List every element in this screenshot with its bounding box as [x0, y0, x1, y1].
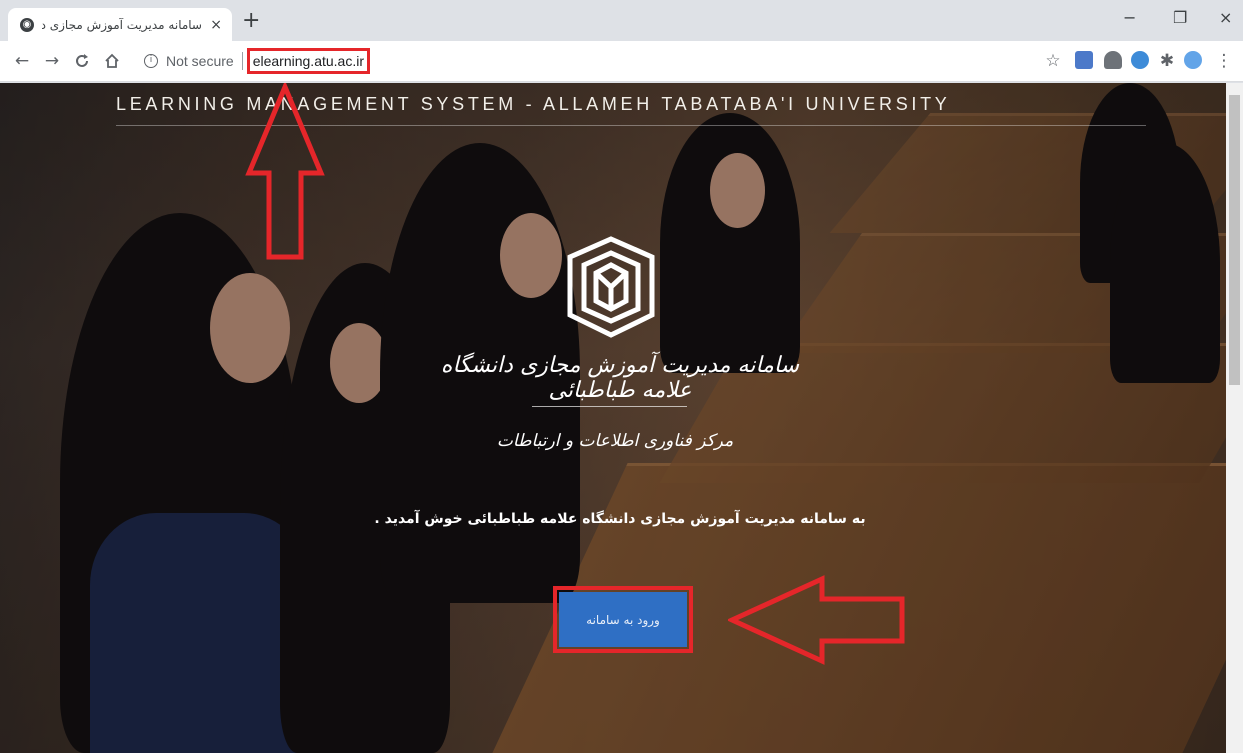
url-text[interactable]: elearning.atu.ac.ir	[246, 48, 370, 74]
logo-subtitle: مرکز فناوری اطلاعات و ارتباطات	[496, 431, 734, 451]
login-button[interactable]: ورود به سامانه	[559, 592, 687, 647]
puzzle-icon[interactable]: ✱	[1155, 49, 1179, 73]
star-icon[interactable]: ☆	[1041, 49, 1065, 73]
tab-title: سامانه مدیریت آموزش مجازی دانشگاه علامه	[42, 17, 202, 32]
minimize-icon[interactable]: −	[1123, 8, 1136, 27]
tab-strip: ◉ سامانه مدیریت آموزش مجازی دانشگاه علام…	[0, 0, 1243, 41]
extension-bitwarden-icon[interactable]	[1131, 51, 1149, 69]
page-scrollbar[interactable]	[1226, 83, 1243, 753]
left-arrow-annotation-icon	[728, 575, 905, 665]
security-label[interactable]: Not secure	[166, 53, 234, 69]
up-arrow-annotation-icon	[245, 83, 325, 260]
separator	[241, 52, 243, 70]
menu-icon[interactable]: ⋮	[1212, 49, 1236, 73]
back-icon[interactable]: ←	[10, 49, 34, 73]
info-icon[interactable]: i	[144, 54, 158, 68]
browser-toolbar: ← → i Not secure elearning.atu.ac.ir ☆	[0, 41, 1243, 82]
scrollbar-thumb[interactable]	[1229, 95, 1240, 385]
site-favicon-icon: ◉	[20, 17, 34, 32]
page-header-title: LEARNING MANAGEMENT SYSTEM - ALLAMEH TAB…	[116, 94, 951, 114]
window-close-icon[interactable]: ×	[1219, 8, 1232, 27]
home-icon[interactable]	[100, 49, 124, 73]
new-tab-button[interactable]: +	[242, 10, 260, 32]
logo-title: سامانه مدیریت آموزش مجازی دانشگاه علامه …	[440, 353, 800, 403]
page-viewport: LEARNING MANAGEMENT SYSTEM - ALLAMEH TAB…	[0, 83, 1243, 753]
reload-icon[interactable]	[70, 49, 94, 73]
extension-drive-icon[interactable]	[1104, 51, 1122, 69]
restore-icon[interactable]: ❐	[1173, 8, 1187, 27]
welcome-text: به سامانه مدیریت آموزش مجازی دانشگاه علا…	[374, 511, 866, 527]
tab-close-icon[interactable]: ×	[210, 17, 222, 33]
forward-icon[interactable]: →	[40, 49, 64, 73]
title-divider	[532, 406, 687, 407]
extension-translate-icon[interactable]	[1075, 51, 1093, 69]
profile-icon[interactable]	[1184, 51, 1202, 69]
university-logo-icon	[567, 236, 655, 338]
browser-tab[interactable]: ◉ سامانه مدیریت آموزش مجازی دانشگاه علام…	[8, 8, 232, 41]
